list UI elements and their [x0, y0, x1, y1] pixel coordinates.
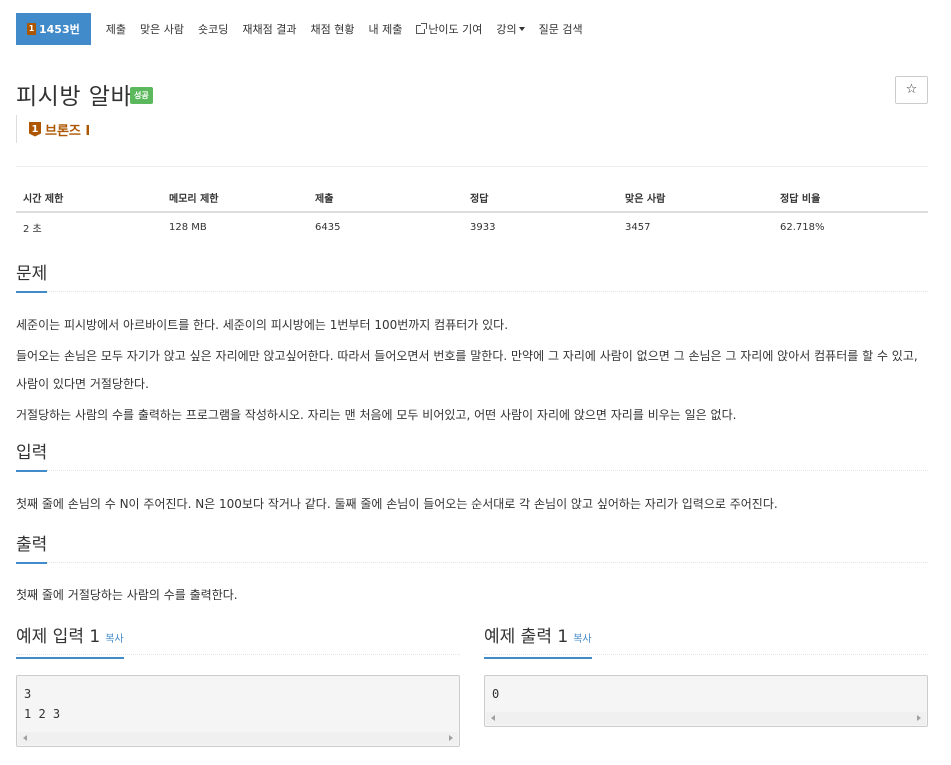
output-description: 첫째 줄에 거절당하는 사람의 수를 출력한다. — [16, 588, 238, 602]
nav-accepted-users-label: 맞은 사람 — [140, 23, 184, 36]
description-title: 문제 — [16, 264, 48, 293]
info-header-solved-users: 맞은 사람 — [618, 186, 773, 213]
info-time-limit: 2 초 — [23, 224, 42, 235]
nav-short-coding[interactable]: 숏코딩 — [198, 21, 228, 37]
nav-lectures-dropdown[interactable]: 강의 — [496, 21, 525, 37]
sample-output-data: 0 — [492, 687, 500, 701]
nav-rejudge-results[interactable]: 재채점 결과 — [242, 21, 296, 37]
caret-down-icon — [518, 27, 525, 31]
nav-problem-number-label: 1453번 — [39, 23, 80, 36]
problem-description: 세준이는 피시방에서 아르바이트를 한다. 세준이의 피시방에는 1번부터 10… — [16, 311, 931, 429]
input-description: 첫째 줄에 손님의 수 N이 주어진다. N은 100보다 작거나 같다. 둘째… — [16, 497, 778, 511]
nav-submit-label: 제출 — [105, 23, 126, 36]
output-section-header: 출력 — [16, 535, 928, 564]
status-badge: 성공 — [130, 87, 153, 104]
info-header-accept-ratio: 정답 비율 — [773, 186, 928, 213]
scroll-right-icon[interactable] — [917, 715, 921, 721]
nav-difficulty-contribution[interactable]: 난이도 기여 — [416, 21, 482, 37]
nav-judge-status[interactable]: 채점 현황 — [310, 21, 354, 37]
sample-input-title: 예제 입력 1 복사 — [16, 627, 124, 659]
info-header-accepted: 정답 — [463, 186, 618, 213]
sample-input-box[interactable]: 3 1 2 3 — [16, 675, 460, 747]
nav-submit[interactable]: 제출 — [106, 21, 126, 37]
input-section-header: 입력 — [16, 443, 928, 472]
horizontal-scrollbar[interactable] — [486, 712, 926, 725]
copy-sample-input-link[interactable]: 복사 — [105, 634, 123, 645]
info-submissions: 6435 — [315, 222, 341, 233]
info-header-submissions: 제출 — [308, 186, 463, 213]
scroll-right-icon[interactable] — [449, 735, 453, 741]
nav-rejudge-results-label: 재채점 결과 — [242, 23, 297, 36]
info-header-memory-limit: 메모리 제한 — [162, 186, 308, 213]
sample-output-box[interactable]: 0 — [484, 675, 928, 727]
page-title: 피시방 알바 — [16, 84, 133, 110]
tier-badge-icon: 1 — [27, 23, 36, 35]
problem-info-table: 시간 제한 메모리 제한 제출 정답 맞은 사람 정답 비율 2 초 128 M… — [16, 186, 928, 242]
info-header-row: 시간 제한 메모리 제한 제출 정답 맞은 사람 정답 비율 — [16, 186, 928, 213]
bronze-tier-icon: 1 — [29, 121, 41, 137]
favorite-star-button[interactable]: ☆ — [895, 76, 928, 104]
sample-output-header: 예제 출력 1 복사 — [484, 627, 928, 659]
copy-sample-output-link[interactable]: 복사 — [573, 634, 591, 645]
external-link-icon — [416, 22, 428, 34]
sample-input-title-text: 예제 입력 1 — [16, 627, 101, 647]
input-title: 입력 — [16, 443, 48, 472]
problem-nav: 1 1453번 제출 맞은 사람 숏코딩 재채점 결과 채점 현황 내 제출 난… — [16, 13, 583, 45]
horizontal-scrollbar[interactable] — [18, 732, 458, 745]
nav-lectures-label: 강의 — [496, 23, 517, 36]
scroll-left-icon[interactable] — [491, 715, 495, 721]
info-accepted: 3933 — [470, 222, 496, 233]
description-paragraph: 들어오는 손님은 모두 자기가 앉고 싶은 자리에만 앉고싶어한다. 따라서 들… — [16, 349, 918, 391]
nav-judge-status-label: 채점 현황 — [310, 23, 355, 36]
nav-problem-number[interactable]: 1 1453번 — [16, 13, 91, 45]
description-paragraph: 거절당하는 사람의 수를 출력하는 프로그램을 작성하시오. 자리는 맨 처음에… — [16, 408, 737, 422]
sample-output-title: 예제 출력 1 복사 — [484, 627, 592, 659]
info-value-row: 2 초 128 MB 6435 3933 3457 62.718% — [16, 212, 928, 242]
nav-my-submissions-label: 내 제출 — [368, 23, 403, 36]
divider — [16, 166, 928, 167]
star-icon: ☆ — [905, 82, 918, 97]
nav-question-search[interactable]: 질문 검색 — [539, 21, 583, 37]
problem-tier[interactable]: 1 브론즈 I — [16, 115, 90, 143]
info-solved-users: 3457 — [625, 222, 651, 233]
tier-label: 브론즈 I — [45, 123, 91, 139]
scroll-left-icon[interactable] — [23, 735, 27, 741]
nav-my-submissions[interactable]: 내 제출 — [368, 21, 402, 37]
info-memory-limit: 128 MB — [169, 222, 207, 233]
sample-output-title-text: 예제 출력 1 — [484, 627, 569, 647]
info-header-time-limit: 시간 제한 — [16, 186, 162, 213]
sample-input-data: 3 1 2 3 — [24, 687, 61, 721]
nav-short-coding-label: 숏코딩 — [197, 23, 229, 36]
sample-input-header: 예제 입력 1 복사 — [16, 627, 460, 659]
output-title: 출력 — [16, 535, 48, 564]
nav-accepted-users[interactable]: 맞은 사람 — [140, 21, 184, 37]
nav-difficulty-contribution-label: 난이도 기여 — [428, 23, 483, 36]
description-paragraph: 세준이는 피시방에서 아르바이트를 한다. 세준이의 피시방에는 1번부터 10… — [16, 318, 509, 332]
description-section-header: 문제 — [16, 264, 928, 293]
nav-question-search-label: 질문 검색 — [538, 23, 583, 36]
info-accept-ratio: 62.718% — [780, 222, 825, 233]
